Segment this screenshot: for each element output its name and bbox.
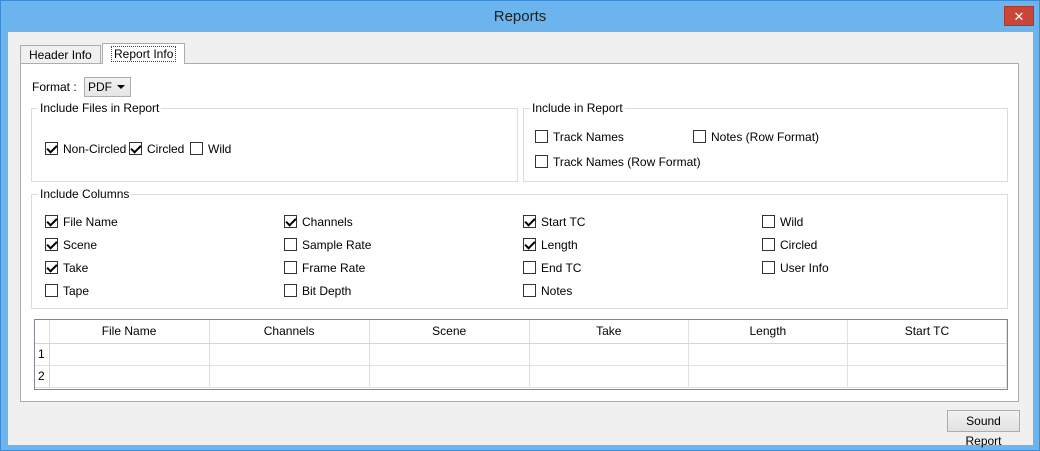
checkbox-box[interactable]: [523, 238, 536, 251]
column-header[interactable]: Channels: [209, 320, 370, 344]
table-cell[interactable]: [847, 343, 1008, 366]
table-row[interactable]: 2: [35, 365, 1008, 388]
column-header[interactable]: File Name: [49, 320, 210, 344]
include-report-group: Include in Report Track Names Notes (Row…: [523, 101, 1008, 182]
client-area: Header Info Report Info Format : PDF Inc…: [8, 32, 1033, 448]
table-cell[interactable]: [529, 343, 689, 366]
format-select[interactable]: PDF: [84, 77, 131, 97]
report-preview-grid[interactable]: File Name Channels Scene Take Length Sta…: [34, 319, 1008, 390]
checkbox-box[interactable]: [45, 284, 58, 297]
column-header[interactable]: Start TC: [847, 320, 1008, 344]
row-number: 1: [35, 343, 50, 366]
table-cell[interactable]: [847, 365, 1008, 388]
tab-report-info[interactable]: Report Info: [102, 43, 186, 64]
checkbox-box[interactable]: [284, 261, 297, 274]
table-cell[interactable]: [529, 365, 689, 388]
include-columns-group: Include Columns File Name Scene Take Tap…: [31, 187, 1008, 309]
checkbox-box[interactable]: [284, 215, 297, 228]
checkbox-box[interactable]: [129, 142, 142, 155]
checkbox-box[interactable]: [693, 130, 706, 143]
include-files-title: Include Files in Report: [38, 101, 162, 115]
table-cell[interactable]: [209, 343, 370, 366]
grid-header-row: File Name Channels Scene Take Length Sta…: [35, 320, 1008, 344]
table-row[interactable]: 1: [35, 343, 1008, 366]
table-cell[interactable]: [369, 343, 530, 366]
column-header[interactable]: Length: [688, 320, 848, 344]
table-cell[interactable]: [209, 365, 370, 388]
checkbox-box[interactable]: [45, 238, 58, 251]
close-icon: ✕: [1013, 9, 1025, 24]
checkbox-box[interactable]: [45, 215, 58, 228]
close-button[interactable]: ✕: [1004, 6, 1034, 26]
include-files-group: Include Files in Report Non-Circled Circ…: [31, 101, 518, 182]
checkbox-box[interactable]: [190, 142, 203, 155]
table-cell[interactable]: [369, 365, 530, 388]
checkbox-box[interactable]: [45, 261, 58, 274]
reports-window: Reports ✕ Header Info Report Info Format…: [0, 0, 1040, 451]
checkbox-box[interactable]: [762, 261, 775, 274]
format-label: Format :: [32, 80, 77, 94]
checkbox-box[interactable]: [284, 284, 297, 297]
row-number: 2: [35, 365, 50, 388]
report-info-panel: Format : PDF Include Files in Report Non…: [20, 63, 1019, 402]
checkbox-box[interactable]: [523, 284, 536, 297]
checkbox-box[interactable]: [762, 238, 775, 251]
tab-header-info[interactable]: Header Info: [20, 45, 101, 64]
checkbox-box[interactable]: [523, 215, 536, 228]
checkbox-box[interactable]: [535, 130, 548, 143]
column-header[interactable]: Scene: [369, 320, 530, 344]
checkbox-box[interactable]: [762, 215, 775, 228]
table-cell[interactable]: [49, 365, 210, 388]
chevron-down-icon: [117, 85, 125, 89]
include-report-title: Include in Report: [530, 101, 625, 115]
table-cell[interactable]: [688, 343, 848, 366]
sound-report-button[interactable]: Sound Report: [947, 410, 1020, 448]
checkbox-box[interactable]: [45, 142, 58, 155]
include-columns-title: Include Columns: [38, 187, 132, 201]
grid-corner: [35, 320, 50, 344]
table-cell[interactable]: [688, 365, 848, 388]
checkbox-box[interactable]: [284, 238, 297, 251]
column-header[interactable]: Take: [529, 320, 689, 344]
table-cell[interactable]: [49, 343, 210, 366]
format-value: PDF: [88, 80, 112, 94]
checkbox-box[interactable]: [523, 261, 536, 274]
window-title: Reports: [493, 8, 547, 25]
title-bar[interactable]: Reports ✕: [1, 1, 1039, 32]
checkbox-box[interactable]: [535, 155, 548, 168]
